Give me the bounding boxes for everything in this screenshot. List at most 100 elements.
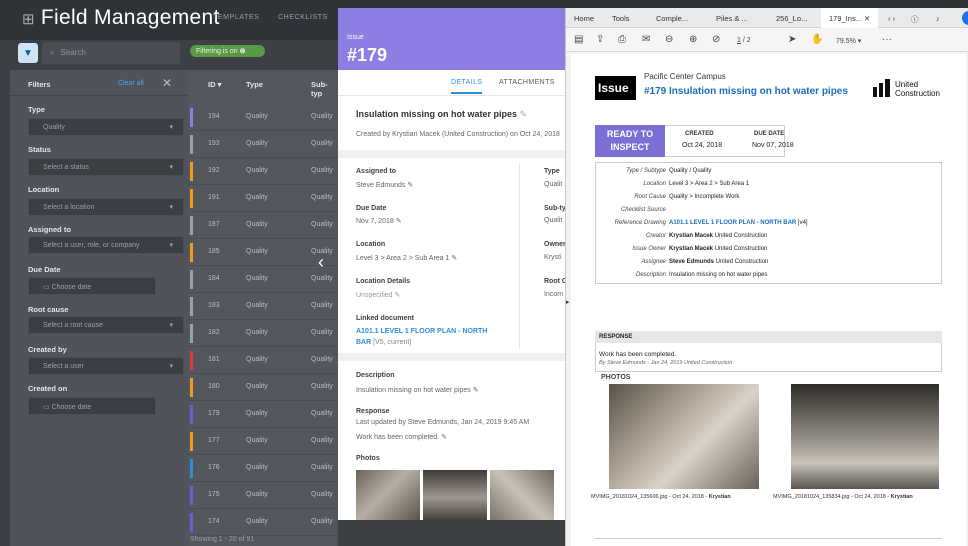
filter-toggle-icon[interactable]: ▼	[18, 43, 38, 63]
hand-icon[interactable]: ✋	[811, 34, 823, 45]
cell-id: 180	[208, 383, 220, 390]
filter-status-select[interactable]: Select a status ▾	[28, 158, 184, 176]
doc-tab[interactable]: 256_Lo...	[776, 14, 807, 23]
status-bar	[190, 216, 193, 235]
dates-box	[665, 125, 785, 157]
table-row[interactable]: 179 Quality Quality	[188, 401, 338, 428]
cell-subtype: Quality	[311, 410, 333, 417]
close-icon[interactable]: ⊗	[240, 48, 246, 55]
type-value: Qualit	[544, 181, 563, 188]
nav-checklists[interactable]: CHECKLISTS	[278, 14, 328, 21]
tab-attachments[interactable]: ATTACHMENTS	[499, 79, 555, 86]
created-info: Created by Krystian Macek (United Constr…	[356, 131, 560, 138]
filter-location-select[interactable]: Select a location ▾	[28, 198, 184, 216]
save-icon[interactable]: ▤	[574, 34, 583, 45]
filtering-on-chip[interactable]: Filtering is on ⊗	[190, 45, 265, 57]
print-icon[interactable]: ⎙	[618, 34, 626, 45]
table-row[interactable]: 184 Quality Quality	[188, 266, 338, 293]
filter-assigned-select[interactable]: Select a user, role, or company ▾	[28, 236, 184, 254]
assigned-value[interactable]: Steve Edmunds ✎	[356, 181, 413, 189]
table-row[interactable]: 177 Quality Quality	[188, 428, 338, 455]
description-value[interactable]: Insulation missing on hot water pipes ✎	[356, 386, 479, 394]
table-row[interactable]: 182 Quality Quality	[188, 320, 338, 347]
tab-details[interactable]: DETAILS	[451, 79, 483, 94]
cursor-icon[interactable]: ➤	[788, 34, 796, 45]
photo-caption: MVIMG_20181024_135606.jpg - Oct 24, 2018…	[591, 494, 731, 500]
filter-due-date[interactable]: ▭ Choose date	[28, 277, 156, 295]
cell-id: 179	[208, 410, 220, 417]
chevron-down-icon: ▾	[169, 363, 173, 370]
avatar[interactable]	[962, 11, 968, 25]
col-type[interactable]: Type	[246, 80, 263, 89]
table-row[interactable]: 175 Quality Quality	[188, 482, 338, 509]
doc-tab[interactable]: Piles & ...	[716, 14, 748, 23]
nav-templates[interactable]: TEMPLATES	[213, 14, 260, 21]
table-row[interactable]: 185 Quality Quality	[188, 239, 338, 266]
report-photo[interactable]	[609, 384, 759, 489]
issue-title[interactable]: Insulation missing on hot water pipes ✎	[356, 109, 527, 120]
chevron-left-icon[interactable]: ‹	[318, 252, 324, 273]
menu-home[interactable]: Home	[574, 14, 594, 23]
upload-icon[interactable]: ⇪	[596, 34, 604, 45]
linked-document-link-2[interactable]: BAR [V5, current]	[356, 339, 411, 346]
tab-scroll-icons[interactable]: ‹ ›	[888, 14, 895, 23]
pdf-page: Issue Pacific Center Campus #179 Insulat…	[571, 54, 966, 546]
table-row[interactable]: 192 Quality Quality	[188, 158, 338, 185]
photo-thumb[interactable]	[490, 470, 554, 520]
due-value[interactable]: Nov 7, 2018 ✎	[356, 217, 402, 225]
table-row[interactable]: 181 Quality Quality	[188, 347, 338, 374]
status-bar	[190, 378, 193, 397]
close-filters-icon[interactable]: ✕	[162, 76, 172, 90]
col-id[interactable]: ID ▾	[208, 80, 221, 89]
table-row[interactable]: 183 Quality Quality	[188, 293, 338, 320]
cell-id: 182	[208, 329, 220, 336]
status-bar	[190, 405, 193, 424]
apps-grid-icon[interactable]: ⊞	[22, 11, 35, 28]
cell-type: Quality	[246, 221, 268, 228]
locdet-value[interactable]: Unspecified ✎	[356, 291, 400, 299]
pdf-menu-bar: Home Tools Comple... Piles & ... 256_Lo.…	[566, 8, 968, 28]
filter-created-date[interactable]: ▭ Choose date	[28, 397, 156, 415]
linked-document-link[interactable]: A101.1 LEVEL 1 FLOOR PLAN - NORTH	[356, 328, 487, 335]
doc-tab[interactable]: Comple...	[656, 14, 688, 23]
bell-icon[interactable]: ♪	[936, 14, 940, 23]
filter-createdby-select[interactable]: Select a user ▾	[28, 357, 184, 375]
cell-subtype: Quality	[311, 329, 333, 336]
filter-type-label: Type	[28, 105, 45, 114]
zoom-level[interactable]: 79.5% ▾	[836, 37, 861, 45]
location-value[interactable]: Level 3 > Area 2 > Sub Area 1 ✎	[356, 254, 457, 262]
search-input[interactable]: ⌕ Search	[42, 42, 180, 64]
table-row[interactable]: 180 Quality Quality	[188, 374, 338, 401]
page-up-icon[interactable]: ⊕	[689, 34, 697, 45]
page-down-icon[interactable]: ⊘	[712, 34, 720, 45]
filters-title: Filters	[28, 80, 51, 89]
report-photo[interactable]	[791, 384, 939, 489]
email-icon[interactable]: ✉	[642, 34, 650, 45]
table-row[interactable]: 194 Quality Quality	[188, 104, 338, 131]
help-icon[interactable]: ⓘ	[911, 14, 919, 25]
response-value[interactable]: Work has been completed. ✎	[356, 433, 447, 441]
photo-thumb[interactable]	[423, 470, 487, 520]
table-row[interactable]: 176 Quality Quality	[188, 455, 338, 482]
calendar-icon: ▭	[43, 284, 52, 291]
filter-type-select[interactable]: Quality ▾	[28, 118, 184, 136]
page-field[interactable]: 1 / 2	[737, 37, 751, 44]
table-row[interactable]: 191 Quality Quality	[188, 185, 338, 212]
cell-id: 174	[208, 518, 220, 525]
table-row[interactable]: 174 Quality Quality	[188, 509, 338, 536]
menu-tools[interactable]: Tools	[612, 14, 630, 23]
more-icon[interactable]: ···	[882, 34, 892, 45]
photo-thumb[interactable]	[356, 470, 420, 520]
zoom-out-icon[interactable]: ⊖	[665, 34, 673, 45]
col-subtype[interactable]: Sub-typ	[311, 80, 338, 98]
search-icon: ⌕	[50, 48, 55, 57]
created-label: CREATED	[685, 131, 714, 137]
doc-tab-active[interactable]: 179_Ins... ✕	[821, 8, 879, 28]
description-label: Description	[356, 372, 395, 379]
project-name: Pacific Center Campus	[644, 72, 726, 81]
table-row[interactable]: 193 Quality Quality	[188, 131, 338, 158]
cell-subtype: Quality	[311, 383, 333, 390]
clear-all-link[interactable]: Clear all	[118, 80, 144, 87]
filter-root-select[interactable]: Select a root cause ▾	[28, 316, 184, 334]
table-row[interactable]: 187 Quality Quality	[188, 212, 338, 239]
